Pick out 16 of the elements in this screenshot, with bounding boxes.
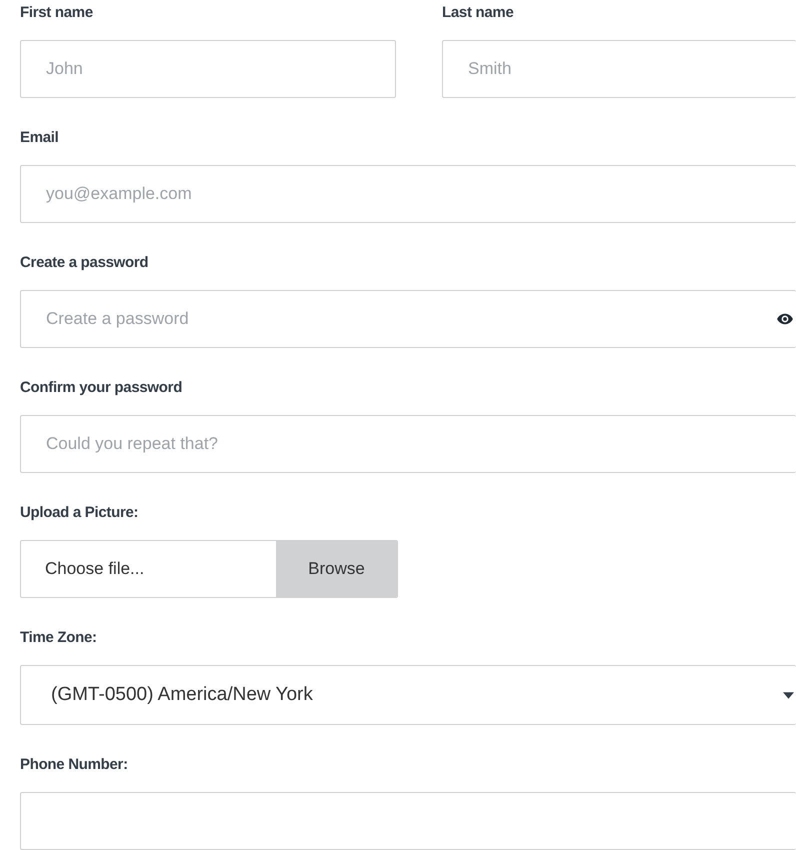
field-label: Confirm your password	[20, 380, 184, 398]
field-label: Create a password	[20, 255, 150, 273]
password-field[interactable]: Create a password	[20, 290, 796, 348]
last-name-field[interactable]: Smith	[442, 40, 796, 98]
input-field[interactable]: you@example.com	[20, 165, 796, 223]
time-zone-dropdown[interactable]: (GMT-0500) America/New York	[20, 665, 796, 725]
input-field[interactable]: Could you repeat that?	[20, 415, 796, 473]
caret-icon	[783, 692, 794, 698]
field-label: Upload a Picture:	[20, 505, 140, 523]
field-label: Phone Number:	[20, 757, 129, 775]
input-field[interactable]	[20, 792, 796, 850]
field-label: Last name	[442, 5, 514, 23]
field-label: Time Zone:	[20, 630, 98, 648]
first-name-field[interactable]: John	[20, 40, 396, 98]
field-label: Email	[20, 130, 60, 148]
field-label: First name	[20, 5, 94, 23]
